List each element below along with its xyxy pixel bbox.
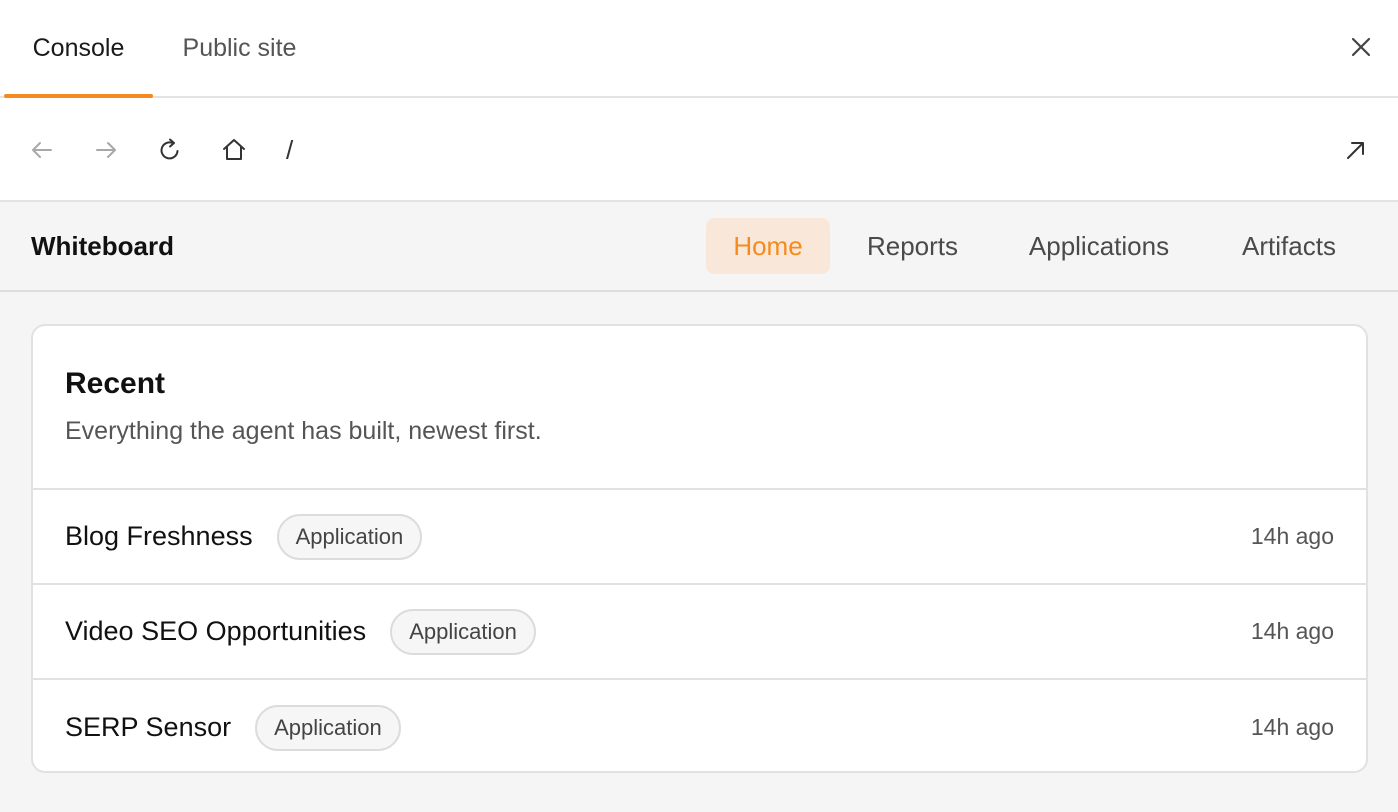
item-name[interactable]: SERP Sensor: [65, 712, 231, 743]
brand-title[interactable]: Whiteboard: [31, 202, 174, 290]
type-badge: Application: [390, 608, 536, 655]
type-badge: Application: [255, 704, 401, 751]
app-header: Whiteboard Home Reports Applications Art…: [0, 202, 1398, 292]
recent-card-header: Recent Everything the agent has built, n…: [33, 326, 1366, 490]
arrow-up-right-icon: [1343, 137, 1369, 163]
forward-button[interactable]: [86, 130, 126, 170]
nav-home[interactable]: Home: [706, 218, 830, 274]
recent-subtitle: Everything the agent has built, newest f…: [65, 417, 542, 445]
list-item[interactable]: Blog Freshness Application 14h ago: [33, 490, 1366, 585]
item-timestamp: 14h ago: [1250, 523, 1334, 549]
nav-artifacts[interactable]: Artifacts: [1218, 218, 1360, 274]
browser-toolbar: /: [0, 98, 1398, 202]
open-external-button[interactable]: [1336, 130, 1376, 170]
reload-icon: [157, 137, 183, 163]
item-name[interactable]: Video SEO Opportunities: [65, 616, 366, 647]
url-path[interactable]: /: [286, 130, 293, 170]
arrow-right-icon: [93, 137, 119, 163]
tab-public-site[interactable]: Public site: [158, 0, 321, 96]
top-tab-bar: Console Public site: [0, 0, 1398, 98]
close-button[interactable]: [1344, 30, 1378, 64]
tab-console[interactable]: Console: [4, 0, 153, 98]
type-badge: Application: [276, 513, 423, 560]
recent-card: Recent Everything the agent has built, n…: [31, 324, 1368, 773]
close-icon: [1350, 36, 1372, 58]
nav-reports[interactable]: Reports: [846, 218, 979, 274]
reload-button[interactable]: [150, 130, 190, 170]
list-item[interactable]: Video SEO Opportunities Application 14h …: [33, 585, 1366, 680]
nav-applications[interactable]: Applications: [1003, 218, 1195, 274]
recent-title: Recent: [65, 367, 166, 400]
list-item[interactable]: SERP Sensor Application 14h ago: [33, 680, 1366, 771]
home-icon: [221, 137, 247, 163]
item-name[interactable]: Blog Freshness: [65, 521, 253, 552]
home-button[interactable]: [214, 130, 254, 170]
back-button[interactable]: [22, 130, 62, 170]
item-timestamp: 14h ago: [1250, 714, 1334, 740]
item-timestamp: 14h ago: [1250, 618, 1334, 644]
arrow-left-icon: [29, 137, 55, 163]
